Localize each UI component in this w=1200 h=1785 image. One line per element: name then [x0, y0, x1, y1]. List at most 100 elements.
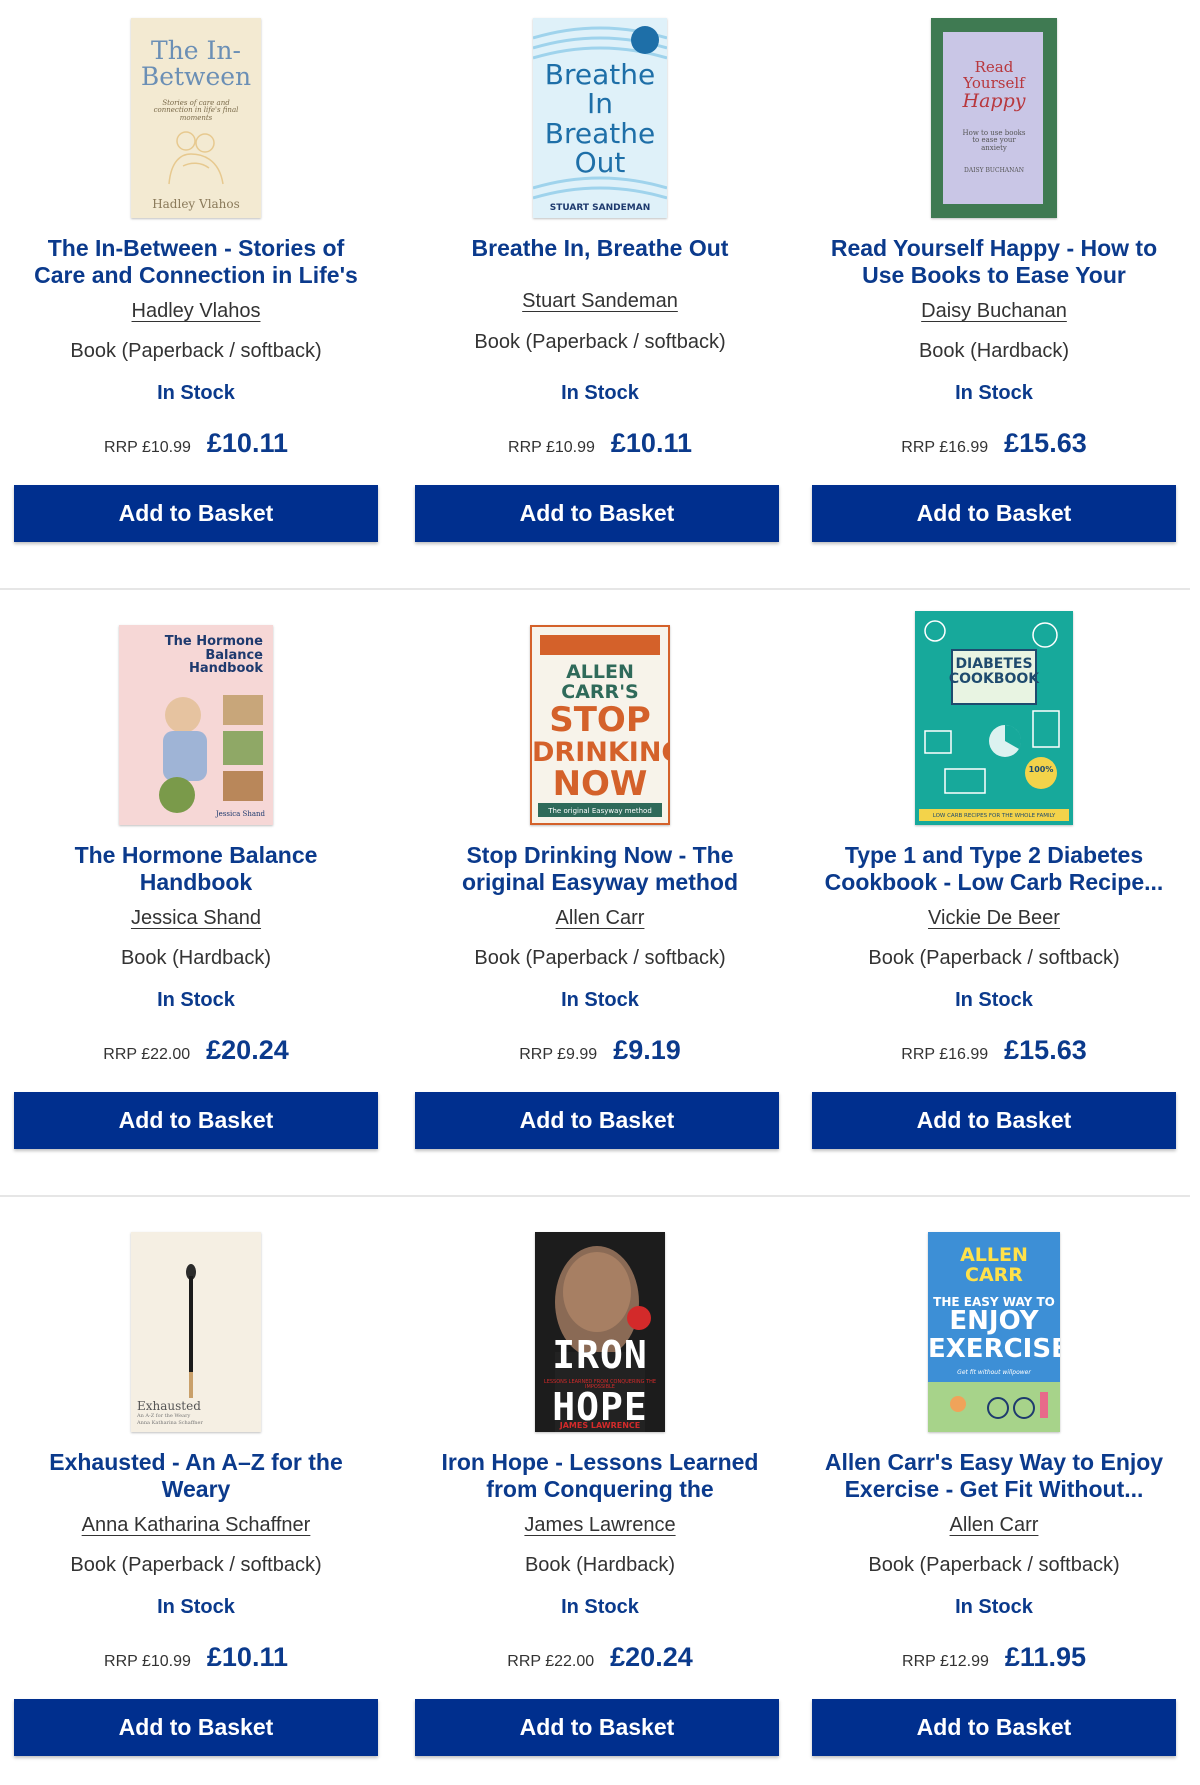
sale-price: £15.63: [1004, 1035, 1087, 1065]
product-card: The In- Between Stories of care and conn…: [14, 0, 378, 605]
price-block: RRP £10.99 £10.11: [14, 1642, 378, 1673]
product-title[interactable]: Type 1 and Type 2 Diabetes Cookbook - Lo…: [818, 842, 1170, 898]
book-cover-image[interactable]: IRON LESSONS LEARNED FROM CONQUERING THE…: [535, 1232, 665, 1432]
sale-price: £11.95: [1004, 1642, 1086, 1672]
product-title[interactable]: The In-Between - Stories of Care and Con…: [20, 235, 372, 291]
cover-author: JAMES LAWRENCE: [559, 1421, 641, 1430]
cover-title-line: DRINKING: [532, 736, 670, 768]
book-cover-image[interactable]: The In- Between Stories of care and conn…: [131, 18, 261, 218]
product-title[interactable]: Exhausted - An A–Z for the Weary: [20, 1449, 372, 1505]
cover-badge: 100%: [1028, 765, 1054, 774]
cover-subtitle: Get fit without willpower: [957, 1369, 1031, 1376]
author-link[interactable]: Jessica Shand: [131, 907, 261, 929]
hug-illustration: [168, 131, 224, 185]
add-to-basket-button[interactable]: Add to Basket: [812, 1092, 1176, 1149]
product-format: Book (Hardback): [918, 340, 1070, 362]
product-title[interactable]: Iron Hope - Lessons Learned from Conquer…: [424, 1449, 776, 1505]
author-link[interactable]: Daisy Buchanan: [921, 300, 1067, 322]
rrp-price: RRP £16.99: [901, 439, 989, 456]
product-card: The Hormone Balance Handbook Jessica Sha…: [14, 607, 378, 1212]
stock-status: In Stock: [561, 382, 639, 404]
product-card: ALLEN CARR THE EASY WAY TO ENJOY EXERCIS…: [812, 1214, 1176, 1785]
cover-title-line: Balance: [205, 647, 263, 663]
author-link[interactable]: Vickie De Beer: [928, 907, 1060, 929]
add-to-basket-button[interactable]: Add to Basket: [415, 485, 779, 542]
product-title[interactable]: Allen Carr's Easy Way to Enjoy Exercise …: [818, 1449, 1170, 1505]
add-to-basket-button[interactable]: Add to Basket: [415, 1699, 779, 1756]
author-link[interactable]: Hadley Vlahos: [132, 300, 261, 322]
doodle-pattern: [924, 620, 1060, 794]
cover-title-line: Exhausted: [137, 1399, 201, 1413]
author-link[interactable]: Allen Carr: [950, 1514, 1039, 1536]
cover-title-line: STOP: [549, 699, 651, 740]
sale-price: £20.24: [610, 1642, 693, 1672]
price-block: RRP £22.00 £20.24: [418, 1642, 782, 1673]
cover-title-line: Happy: [962, 89, 1026, 112]
product-card: DIABETES COOKBOOK 100% LOW CARB RECIPES …: [812, 607, 1176, 1212]
book-cover-image[interactable]: ALLEN CARR'S STOP DRINKING NOW The origi…: [530, 625, 670, 825]
product-card: Read Yourself Happy How to use books to …: [812, 0, 1176, 605]
cover-author: Anna Katharina Schaffner: [137, 1420, 203, 1426]
product-title[interactable]: Read Yourself Happy - How to Use Books t…: [818, 235, 1170, 291]
rrp-price: RRP £10.99: [508, 439, 595, 456]
product-card: IRON LESSONS LEARNED FROM CONQUERING THE…: [415, 1214, 782, 1785]
add-to-basket-button[interactable]: Add to Basket: [415, 1092, 779, 1149]
book-cover-image[interactable]: Exhausted An A-Z for the Weary Anna Kath…: [131, 1232, 261, 1432]
rrp-price: RRP £16.99: [901, 1046, 989, 1063]
rrp-price: RRP £12.99: [902, 1653, 989, 1670]
sale-price: £10.11: [206, 1642, 288, 1672]
cover-title-line: Between: [140, 62, 252, 92]
cover-title-line: NOW: [552, 763, 648, 804]
product-row: Exhausted An A-Z for the Weary Anna Kath…: [0, 1214, 1200, 1785]
stock-status: In Stock: [955, 989, 1033, 1011]
add-to-basket-button[interactable]: Add to Basket: [812, 1699, 1176, 1756]
add-to-basket-button[interactable]: Add to Basket: [812, 485, 1176, 542]
book-cover-image[interactable]: The Hormone Balance Handbook Jessica Sha…: [119, 625, 273, 825]
book-cover-image[interactable]: Read Yourself Happy How to use books to …: [931, 18, 1057, 218]
rrp-price: RRP £22.00: [507, 1653, 595, 1670]
sale-price: £20.24: [206, 1035, 289, 1065]
price-block: RRP £10.99 £10.11: [418, 428, 782, 459]
product-title[interactable]: Stop Drinking Now - The original Easyway…: [424, 842, 776, 898]
book-cover-image[interactable]: ALLEN CARR THE EASY WAY TO ENJOY EXERCIS…: [928, 1232, 1060, 1432]
cover-title-line: EXERCISE: [928, 1333, 1060, 1364]
book-cover-image[interactable]: DIABETES COOKBOOK 100% LOW CARB RECIPES …: [915, 611, 1073, 825]
price-block: RRP £12.99 £11.95: [812, 1642, 1176, 1673]
product-format: Book (Paperback / softback): [868, 947, 1120, 969]
sale-price: £9.19: [613, 1035, 681, 1065]
author-link[interactable]: Allen Carr: [556, 907, 645, 929]
sale-price: £10.11: [610, 428, 692, 458]
price-block: RRP £9.99 £9.19: [418, 1035, 782, 1066]
author-link[interactable]: Stuart Sandeman: [522, 290, 678, 312]
product-row: The Hormone Balance Handbook Jessica Sha…: [0, 607, 1200, 1212]
product-format: Book (Paperback / softback): [70, 340, 322, 362]
stock-status: In Stock: [561, 989, 639, 1011]
stock-status: In Stock: [955, 1596, 1033, 1618]
product-format: Book (Paperback / softback): [70, 1554, 322, 1576]
row-divider: [0, 588, 1190, 590]
rrp-price: RRP £10.99: [104, 1653, 191, 1670]
cover-author: Jessica Shand: [215, 810, 265, 818]
rrp-price: RRP £9.99: [519, 1046, 598, 1063]
row-divider: [0, 1195, 1190, 1197]
product-card: Breathe In Breathe Out STUART SANDEMAN B…: [415, 0, 782, 605]
cover-title-line: Handbook: [188, 661, 263, 677]
cover-title-line: Out: [574, 146, 626, 180]
add-to-basket-button[interactable]: Add to Basket: [14, 1092, 378, 1149]
cover-title-line: Breathe: [544, 116, 656, 150]
product-title[interactable]: Breathe In, Breathe Out: [424, 235, 776, 291]
product-row: The In- Between Stories of care and conn…: [0, 0, 1200, 605]
cover-title-line: The Hormone: [164, 634, 263, 649]
cover-subtitle: An A-Z for the Weary: [137, 1413, 191, 1419]
product-title[interactable]: The Hormone Balance Handbook: [20, 842, 372, 898]
cover-title-line: ENJOY: [949, 1306, 1039, 1337]
cover-subtitle: The original Easyway method: [548, 806, 652, 815]
add-to-basket-button[interactable]: Add to Basket: [14, 485, 378, 542]
cover-title-line: In: [586, 87, 613, 121]
add-to-basket-button[interactable]: Add to Basket: [14, 1699, 378, 1756]
cover-title-line: COOKBOOK: [948, 670, 1040, 687]
book-cover-image[interactable]: Breathe In Breathe Out STUART SANDEMAN: [533, 18, 667, 218]
product-format: Book (Paperback / softback): [868, 1554, 1120, 1576]
author-link[interactable]: James Lawrence: [524, 1514, 675, 1536]
author-link[interactable]: Anna Katharina Schaffner: [82, 1514, 311, 1536]
